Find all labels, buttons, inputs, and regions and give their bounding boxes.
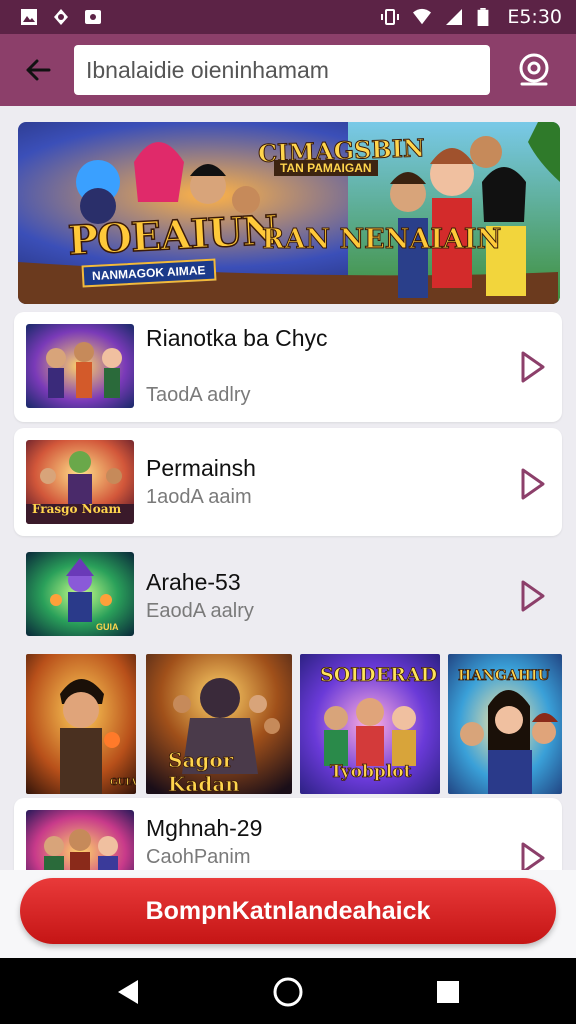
app-bar (0, 34, 576, 106)
back-arrow-icon (26, 59, 51, 81)
photo-icon (85, 10, 101, 24)
vibrate-icon (381, 9, 400, 25)
grid-tile[interactable]: SOIDERAD Tyobplot (300, 654, 440, 794)
recents-square-icon[interactable] (432, 976, 464, 1008)
home-circle-icon[interactable] (272, 976, 304, 1008)
list-item-title: Rianotka ba Chyc (146, 325, 328, 351)
search-input[interactable] (86, 56, 478, 84)
primary-action-button[interactable]: BompnKatnlandeahaick (20, 878, 556, 944)
thumbnail-caption: GUIA (96, 622, 119, 632)
game-thumbnail: GUIA (26, 552, 134, 636)
list-item[interactable]: GUIA Arahe-53 EaodA aalry (14, 542, 562, 648)
list-item[interactable]: Rianotka ba Chyc TaodA adlry (14, 312, 562, 422)
wifi-icon (413, 8, 432, 25)
game-thumbnail (26, 810, 134, 870)
grid-tile-caption: Tyobplot (330, 762, 412, 783)
system-nav-bar (0, 958, 576, 1024)
back-button[interactable] (18, 50, 58, 90)
status-bar: E5:30 (0, 0, 576, 34)
status-time: E5:30 (507, 6, 562, 28)
list-item-subtitle: EaodA aalry (146, 600, 254, 622)
game-thumbnail: Frasgo Noam (26, 440, 134, 524)
list-item[interactable]: Mghnah-29 CaohPanim (14, 798, 562, 870)
list-item-subtitle: 1aodA aaim (146, 486, 252, 508)
grid-tile-caption: SOIDERAD (320, 664, 438, 687)
list-item-subtitle: CaohPanim (146, 846, 251, 868)
play-chevron-icon[interactable] (518, 840, 548, 870)
list-item[interactable]: Frasgo Noam Permainsh 1aodA aaim (14, 428, 562, 536)
grid-tile[interactable]: Sagor Kadan (146, 654, 292, 794)
grid-tile-caption: HANGAHIU (458, 668, 551, 685)
grid-tile-caption: Sagor Kadan (168, 748, 241, 794)
list-item-title: Permainsh (146, 455, 256, 481)
game-image-grid: GUIA Sagor Kadan SOIDERAD Tyobplot HANGA… (26, 654, 562, 794)
content-area: CIMAGSBIN TAN PAMAIGAN POEAIUN NANMAGOK … (0, 106, 576, 870)
grid-tile-caption: GUIA (110, 778, 136, 789)
list-item-title: Arahe-53 (146, 569, 241, 595)
play-chevron-icon[interactable] (518, 349, 548, 385)
thumbnail-caption: Frasgo Noam (32, 502, 122, 516)
play-chevron-icon[interactable] (518, 466, 548, 502)
camera-lens-icon[interactable] (516, 52, 552, 88)
list-item-subtitle: TaodA adlry (146, 384, 251, 406)
banner-top-subtitle: TAN PAMAIGAN (274, 160, 378, 176)
back-triangle-icon[interactable] (112, 976, 144, 1008)
list-item-title: Mghnah-29 (146, 815, 263, 841)
signal-icon (446, 9, 463, 25)
game-thumbnail (26, 324, 134, 408)
image-icon (21, 9, 37, 25)
bottom-action-area: BompnKatnlandeahaick (0, 870, 576, 958)
banner-side-title: RAN NENAIAIN (261, 224, 502, 255)
play-chevron-icon[interactable] (518, 578, 548, 614)
grid-tile[interactable]: HANGAHIU (448, 654, 562, 794)
status-right: E5:30 (381, 6, 562, 28)
grid-tile[interactable]: GUIA (26, 654, 136, 794)
featured-banner[interactable]: CIMAGSBIN TAN PAMAIGAN POEAIUN NANMAGOK … (18, 122, 560, 304)
battery-icon (477, 8, 489, 26)
status-left (20, 8, 102, 26)
search-box[interactable] (74, 45, 490, 95)
pin-icon (54, 9, 68, 25)
